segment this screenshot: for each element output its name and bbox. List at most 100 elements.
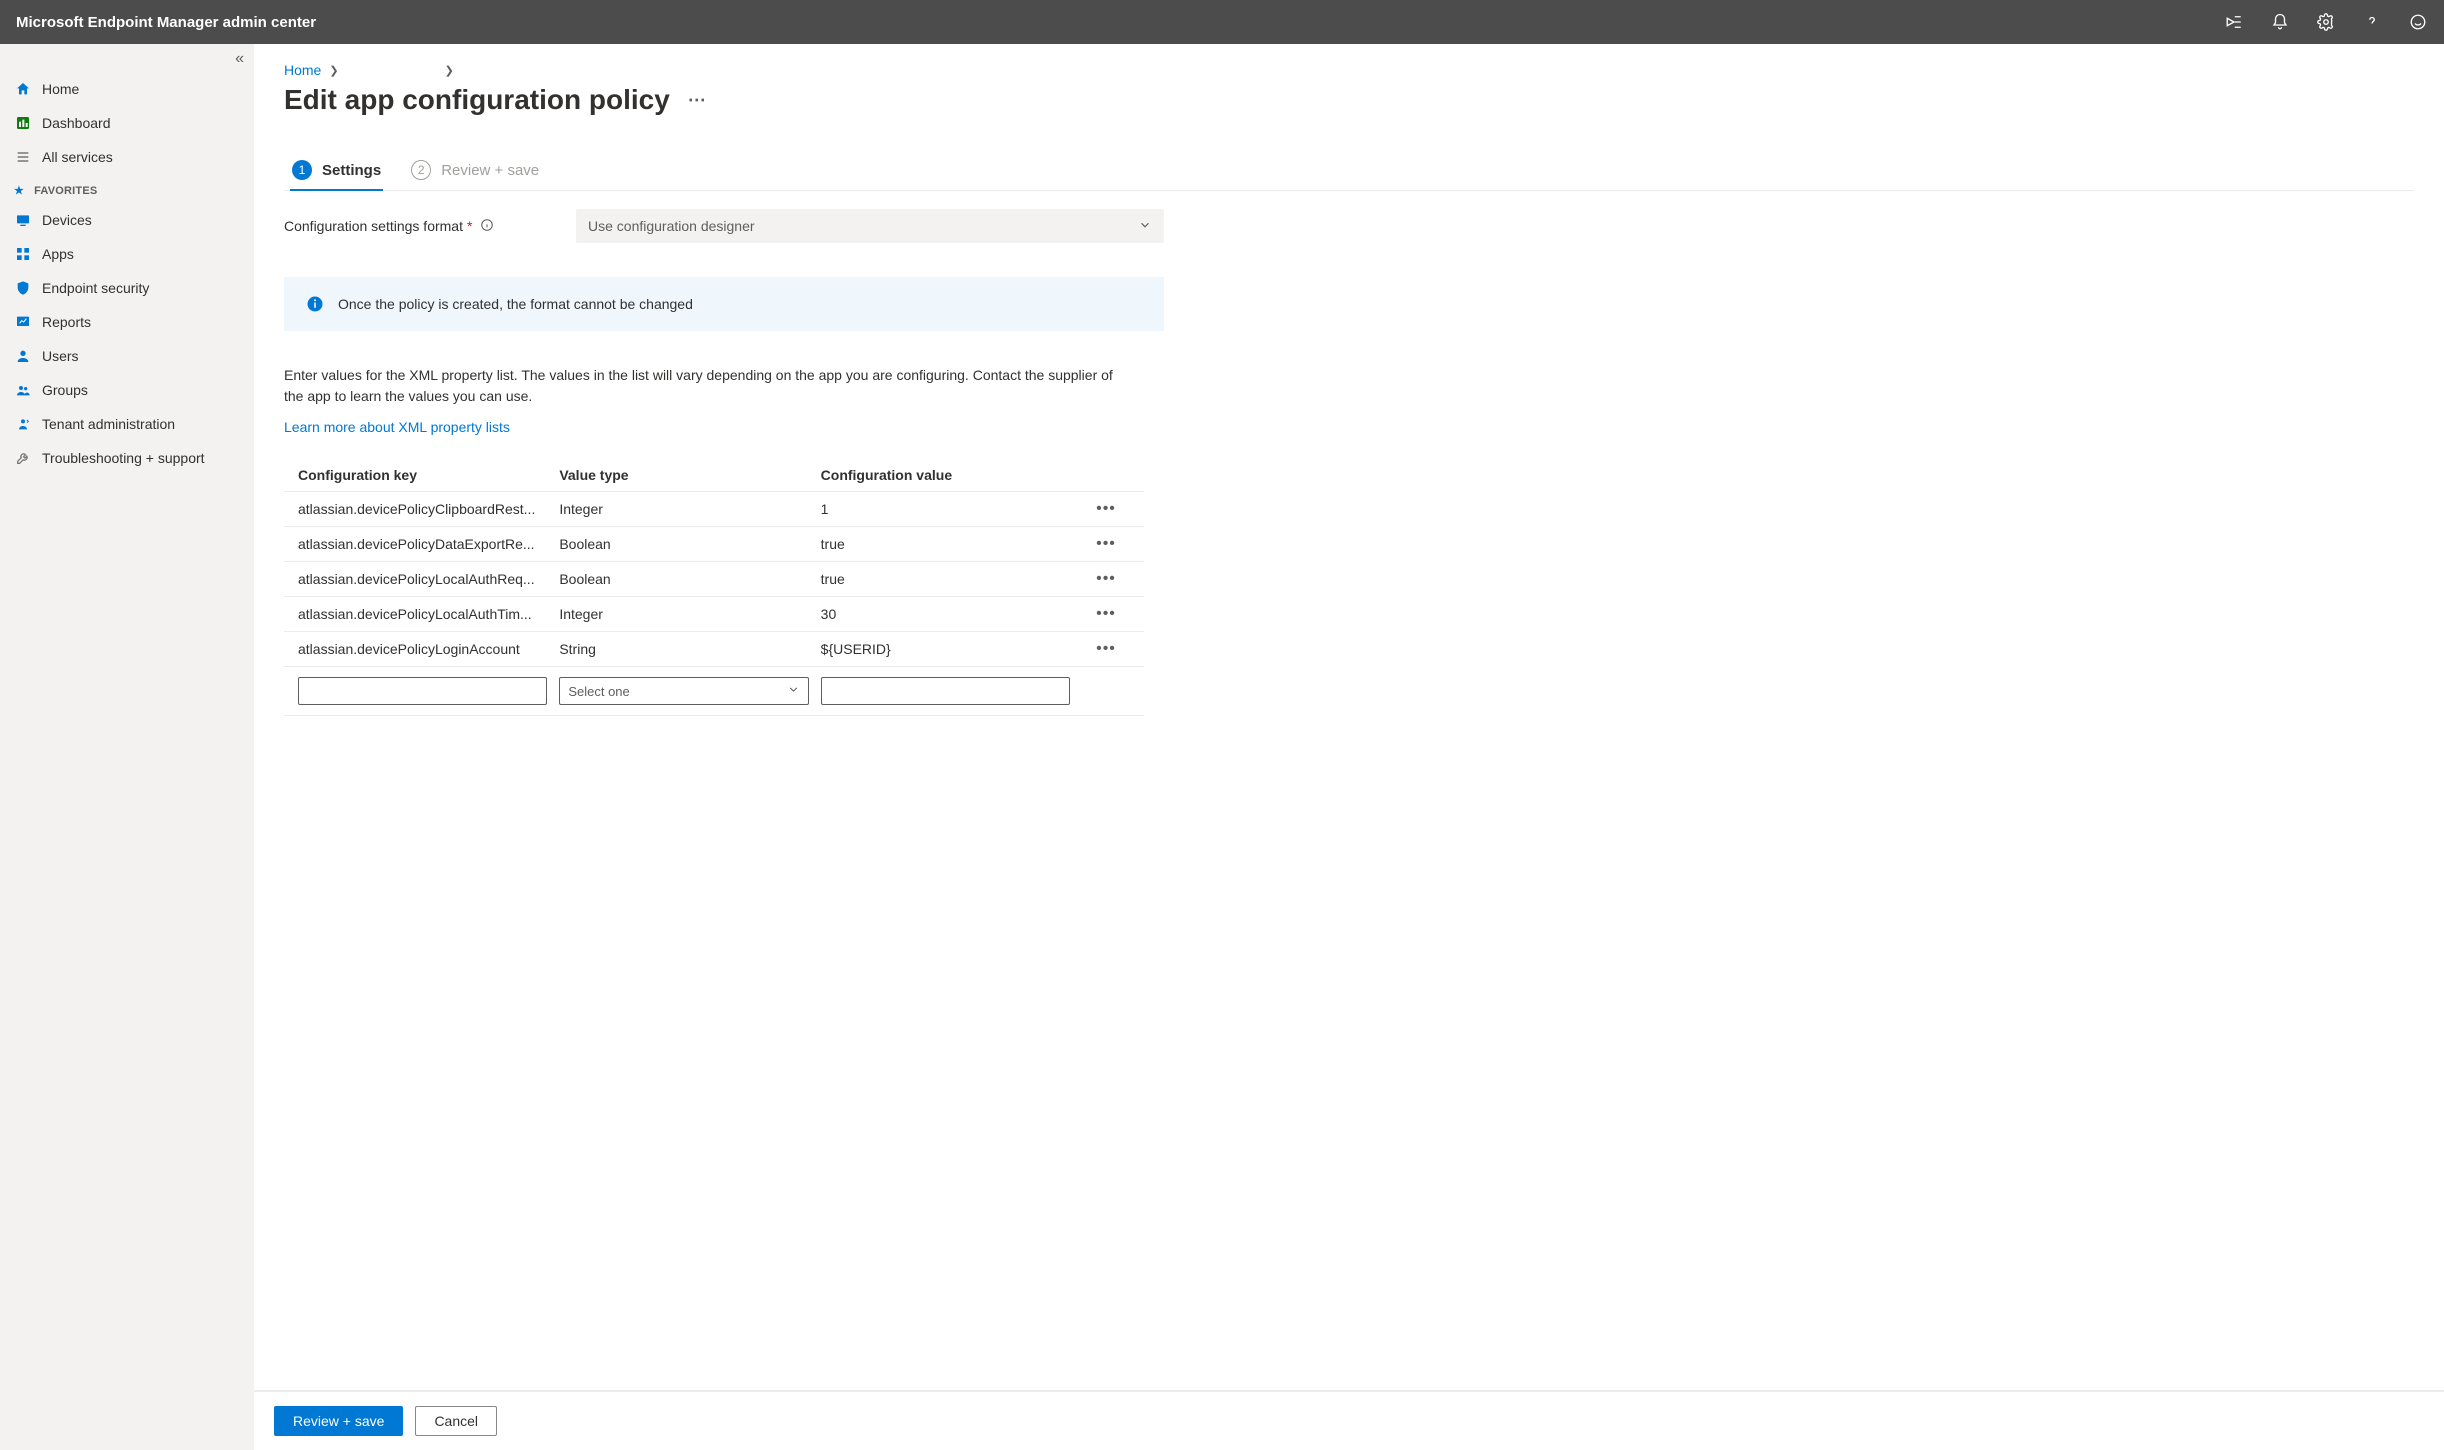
nav-label: Groups (42, 382, 88, 398)
nav-label: Endpoint security (42, 280, 149, 296)
chevron-down-icon (1138, 218, 1152, 235)
cell-key: atlassian.devicePolicyLocalAuthTim... (298, 606, 559, 622)
cell-key: atlassian.devicePolicyDataExportRe... (298, 536, 559, 552)
users-icon (14, 347, 32, 365)
feedback-smile-icon[interactable] (2408, 12, 2428, 32)
col-header-value: Configuration value (821, 467, 1082, 483)
step-label: Settings (322, 162, 381, 179)
config-format-label: Configuration settings format * (284, 218, 560, 235)
config-format-row: Configuration settings format * Use conf… (284, 209, 1164, 243)
nav-label: Troubleshooting + support (42, 450, 205, 466)
chevron-down-icon (787, 683, 800, 699)
table-row: atlassian.devicePolicyLocalAuthReq... Bo… (284, 561, 1144, 596)
nav-label: Apps (42, 246, 74, 262)
table-header: Configuration key Value type Configurati… (284, 459, 1144, 491)
new-value-input[interactable] (821, 677, 1070, 705)
nav-label: Reports (42, 314, 91, 330)
review-save-button[interactable]: Review + save (274, 1406, 403, 1436)
step-label: Review + save (441, 162, 539, 179)
cell-key: atlassian.devicePolicyLocalAuthReq... (298, 571, 559, 587)
wizard-step-review[interactable]: 2 Review + save (411, 160, 539, 190)
security-icon (14, 279, 32, 297)
nav-label: Users (42, 348, 79, 364)
wizard-steps: 1 Settings 2 Review + save (284, 160, 2414, 191)
new-type-select[interactable]: Select one (559, 677, 808, 705)
nav-users[interactable]: Users (0, 339, 254, 373)
cell-value: 30 (821, 606, 1082, 622)
dashboard-icon (14, 114, 32, 132)
nav-apps[interactable]: Apps (0, 237, 254, 271)
nav-label: Devices (42, 212, 92, 228)
troubleshoot-icon (14, 449, 32, 467)
help-icon[interactable] (2362, 12, 2382, 32)
nav-endpoint-security[interactable]: Endpoint security (0, 271, 254, 305)
chevron-right-icon: ❯ (445, 64, 454, 77)
topbar: Microsoft Endpoint Manager admin center (0, 0, 2444, 44)
nav-reports[interactable]: Reports (0, 305, 254, 339)
cell-type: Boolean (559, 571, 820, 587)
new-row: Select one (284, 666, 1144, 716)
home-icon (14, 80, 32, 98)
nav-dashboard[interactable]: Dashboard (0, 106, 254, 140)
topbar-title: Microsoft Endpoint Manager admin center (16, 14, 2224, 31)
step-number: 2 (411, 160, 431, 180)
devices-icon (14, 211, 32, 229)
sidebar: « Home Dashboard All services ★ FAVORITE… (0, 44, 254, 1450)
table-row: atlassian.devicePolicyLocalAuthTim... In… (284, 596, 1144, 631)
cloud-shell-icon[interactable] (2224, 12, 2244, 32)
chevron-right-icon: ❯ (329, 64, 338, 77)
table-row: atlassian.devicePolicyLoginAccount Strin… (284, 631, 1144, 666)
nav-label: Dashboard (42, 115, 111, 131)
nav-all-services[interactable]: All services (0, 140, 254, 174)
cell-type: Integer (559, 606, 820, 622)
row-actions-icon[interactable]: ••• (1082, 500, 1130, 518)
info-icon[interactable] (480, 218, 494, 235)
nav-groups[interactable]: Groups (0, 373, 254, 407)
row-actions-icon[interactable]: ••• (1082, 535, 1130, 553)
cell-value: true (821, 571, 1082, 587)
groups-icon (14, 381, 32, 399)
reports-icon (14, 313, 32, 331)
new-key-input[interactable] (298, 677, 547, 705)
breadcrumb-home[interactable]: Home (284, 62, 321, 78)
nav-troubleshooting[interactable]: Troubleshooting + support (0, 441, 254, 475)
footer-bar: Review + save Cancel (254, 1390, 2444, 1450)
table-row: atlassian.devicePolicyDataExportRe... Bo… (284, 526, 1144, 561)
cell-key: atlassian.devicePolicyLoginAccount (298, 641, 559, 657)
star-icon: ★ (14, 184, 24, 197)
nav-tenant-admin[interactable]: Tenant administration (0, 407, 254, 441)
tenant-icon (14, 415, 32, 433)
config-format-select[interactable]: Use configuration designer (576, 209, 1164, 243)
cell-type: Integer (559, 501, 820, 517)
row-actions-icon[interactable]: ••• (1082, 605, 1130, 623)
row-actions-icon[interactable]: ••• (1082, 640, 1130, 658)
callout-text: Once the policy is created, the format c… (338, 296, 693, 312)
favorites-header: ★ FAVORITES (0, 174, 254, 203)
info-callout: Once the policy is created, the format c… (284, 277, 1164, 331)
wizard-step-settings[interactable]: 1 Settings (292, 160, 381, 190)
row-actions-icon[interactable]: ••• (1082, 570, 1130, 588)
list-icon (14, 148, 32, 166)
page-title: Edit app configuration policy ⋯ (284, 84, 2414, 116)
settings-gear-icon[interactable] (2316, 12, 2336, 32)
learn-more-link[interactable]: Learn more about XML property lists (284, 419, 510, 435)
notifications-icon[interactable] (2270, 12, 2290, 32)
step-number: 1 (292, 160, 312, 180)
more-icon[interactable]: ⋯ (688, 90, 706, 111)
topbar-icons (2224, 12, 2428, 32)
nav-home[interactable]: Home (0, 72, 254, 106)
cell-type: String (559, 641, 820, 657)
cell-key: atlassian.devicePolicyClipboardRest... (298, 501, 559, 517)
nav-devices[interactable]: Devices (0, 203, 254, 237)
body-text: Enter values for the XML property list. … (284, 365, 1114, 407)
nav-label: Tenant administration (42, 416, 175, 432)
cancel-button[interactable]: Cancel (415, 1406, 497, 1436)
main: Home ❯ ❯ Edit app configuration policy ⋯… (254, 44, 2444, 1450)
nav-label: All services (42, 149, 113, 165)
sidebar-collapse-icon[interactable]: « (235, 50, 244, 68)
cell-type: Boolean (559, 536, 820, 552)
col-header-key: Configuration key (298, 467, 559, 483)
apps-icon (14, 245, 32, 263)
col-header-type: Value type (559, 467, 820, 483)
cell-value: true (821, 536, 1082, 552)
